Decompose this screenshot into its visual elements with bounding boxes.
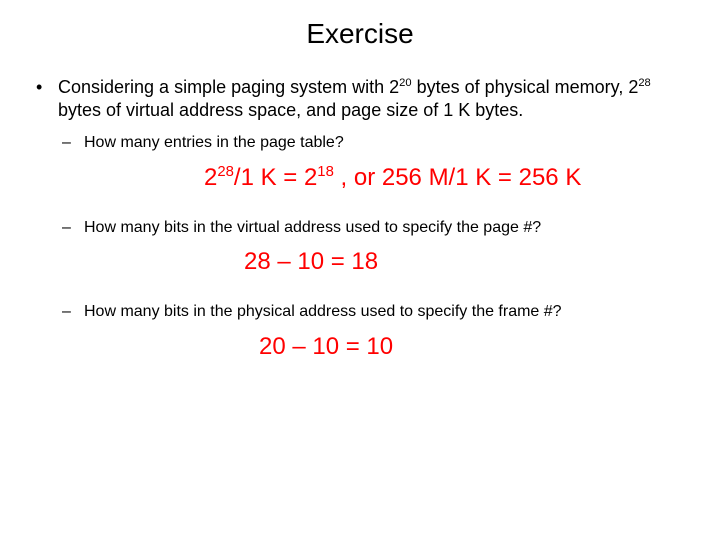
bullet-dot: • [34,76,58,123]
a1-p2: /1 K = 2 [234,164,317,191]
bullet-level2: – How many bits in the physical address … [62,302,686,323]
bullet-dash: – [62,218,84,239]
q2-text: How many bits in the virtual address use… [84,218,686,239]
b1-post: bytes of virtual address space, and page… [58,100,523,120]
slide-title: Exercise [34,18,686,50]
slide: Exercise • Considering a simple paging s… [0,0,720,361]
bullet-level2: – How many bits in the virtual address u… [62,218,686,239]
answer-2: 28 – 10 = 18 [34,248,686,276]
q1-text: How many entries in the page table? [84,133,686,154]
b1-sup1: 20 [399,77,411,89]
a1-p1: 2 [204,164,217,191]
bullet-level1: • Considering a simple paging system wit… [34,76,686,123]
a1-s1: 28 [217,164,234,180]
answer-1: 228/1 K = 218 , or 256 M/1 K = 256 K [34,164,686,192]
a1-s2: 18 [317,164,334,180]
b1-pre: Considering a simple paging system with … [58,77,399,97]
bullet-text: Considering a simple paging system with … [58,76,686,123]
answer-3: 20 – 10 = 10 [34,333,686,361]
b1-sup2: 28 [638,77,650,89]
a1-p3: , or 256 M/1 K = 256 K [334,164,581,191]
q3-text: How many bits in the physical address us… [84,302,686,323]
bullet-level2: – How many entries in the page table? [62,133,686,154]
bullet-dash: – [62,302,84,323]
b1-mid1: bytes of physical memory, 2 [412,77,639,97]
bullet-dash: – [62,133,84,154]
